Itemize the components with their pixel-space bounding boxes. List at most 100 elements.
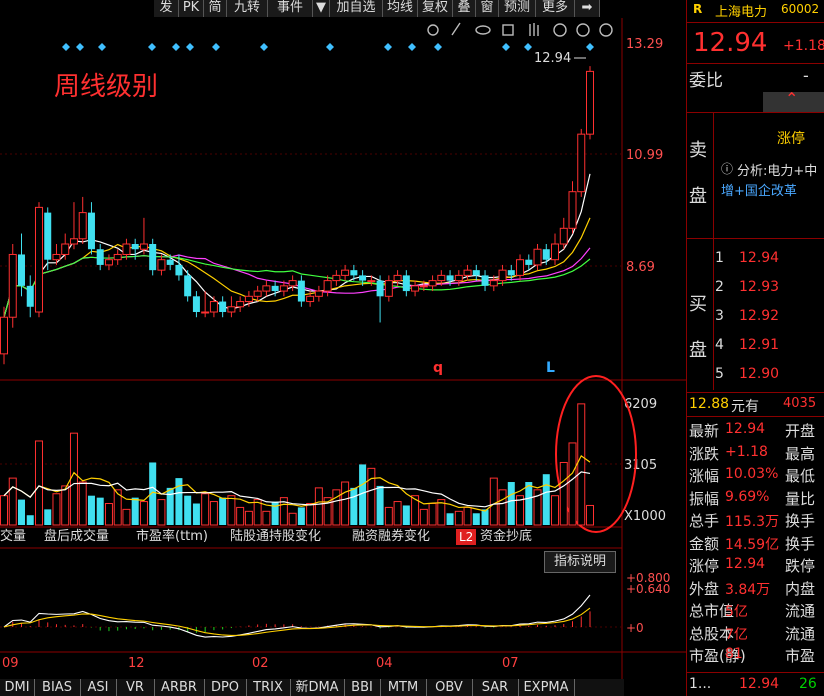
candle — [227, 296, 236, 318]
toolbar-item[interactable]: PK — [179, 0, 204, 17]
volume-bar — [332, 489, 341, 526]
bid-price[interactable]: 12.92 — [739, 308, 779, 324]
toolbar-item[interactable]: 九转 — [227, 0, 268, 17]
tab-northbound[interactable]: 陆股通持股变化 — [230, 527, 321, 547]
stat-right-label: 流通 — [785, 602, 816, 620]
toolbar-item[interactable]: 加自选 — [330, 0, 383, 17]
indicator-tab[interactable]: BIAS — [34, 679, 81, 696]
bid-level: 5 — [715, 366, 724, 382]
candle — [236, 296, 245, 312]
stock-name: 上海电力 — [715, 5, 768, 20]
bid-price[interactable]: 12.94 — [739, 250, 779, 266]
toolbar-item[interactable]: 复权 — [418, 0, 453, 17]
bid-level: 1 — [715, 250, 724, 266]
candle — [34, 202, 43, 318]
volume-bar — [472, 513, 480, 525]
volume-bar — [288, 512, 297, 526]
stat-value: 3.84万 — [725, 581, 771, 598]
indicator-tab[interactable]: DPO — [204, 679, 247, 696]
toolbar-item[interactable]: 事件 — [268, 0, 313, 17]
volume-bar — [61, 485, 70, 526]
tab-margin[interactable]: 融资融券变化 — [352, 527, 430, 547]
zoom-out-icon — [553, 23, 567, 37]
macd-line — [3, 607, 591, 636]
signal-diamond — [408, 43, 416, 51]
stat-right-label: 市盈 — [785, 647, 816, 665]
expand-sell-button[interactable]: ⌃ — [763, 89, 824, 112]
signal-diamond — [76, 43, 84, 51]
tab-fund-bottom[interactable]: 资金抄底 — [480, 527, 532, 547]
bid-price[interactable]: 12.93 — [739, 279, 779, 295]
candle — [87, 202, 95, 255]
volume-bar — [192, 503, 200, 525]
analysis-text[interactable]: 分析:电力+中 — [737, 160, 817, 179]
indicator-tab[interactable]: BBI — [344, 679, 381, 696]
signal-diamond — [586, 43, 594, 51]
stat-value: 12.94 — [725, 421, 766, 437]
current-price-tag: 12.94 — [534, 51, 571, 66]
volume-bar — [209, 501, 218, 526]
candle — [61, 233, 70, 260]
stat-right-label: 跌停 — [785, 557, 816, 575]
candle — [209, 296, 218, 318]
volume-bar — [271, 501, 279, 525]
l2-badge[interactable]: L2 — [456, 529, 477, 545]
candle — [69, 202, 78, 250]
indicator-tab[interactable]: ARBR — [154, 679, 205, 696]
chart-toolbar: 发 PK 简九转 事件 ▼ 加自选 均线 复权叠窗预测 更多 ➡ — [0, 0, 622, 18]
stat-value: 81 — [725, 646, 743, 662]
analysis-text-2[interactable]: 增+国企改革 — [721, 180, 797, 199]
candle — [52, 244, 61, 265]
chart-control-icons — [427, 22, 613, 37]
indicator-tab[interactable]: DMI — [0, 679, 35, 696]
toolbar-item[interactable]: ▼ — [313, 0, 330, 17]
info-icon: ⓘ — [721, 162, 734, 176]
toolbar-item[interactable]: 简 — [204, 0, 227, 17]
indicator-tab[interactable]: MTM — [380, 679, 427, 696]
candle — [96, 244, 104, 271]
toolbar-item[interactable]: 更多 — [536, 0, 575, 17]
month-label: 12 — [128, 656, 145, 671]
toolbar-item[interactable]: ➡ — [575, 0, 600, 17]
bid-price[interactable]: 12.90 — [739, 366, 779, 382]
indicator-tab[interactable]: OBV — [426, 679, 473, 696]
signal-diamond — [260, 43, 268, 51]
indicator-tab[interactable]: EXPMA — [518, 679, 575, 696]
indicator-tab[interactable]: VR — [116, 679, 155, 696]
candle — [149, 238, 157, 276]
toolbar-item[interactable]: 预测 — [499, 0, 536, 17]
volume-bar — [69, 432, 78, 526]
indicator-tab[interactable]: TRIX — [246, 679, 291, 696]
candles — [0, 66, 594, 365]
toolbar-item[interactable]: 均线 — [383, 0, 418, 17]
bid-price[interactable]: 12.91 — [739, 337, 779, 353]
indicator-description-button[interactable]: 指标说明 — [544, 551, 616, 573]
toolbar-item[interactable]: 窗 — [476, 0, 499, 17]
tab-volume[interactable]: 交量 — [0, 527, 26, 547]
stat-value: 7亿 — [725, 626, 748, 643]
toolbar-item[interactable]: 叠 — [453, 0, 476, 17]
candle — [157, 254, 166, 276]
tab-after-hours-volume[interactable]: 盘后成交量 — [44, 527, 109, 547]
tab-pe-ttm[interactable]: 市盈率(ttm) — [136, 527, 208, 547]
volume-bar — [428, 503, 437, 526]
indicator-tab[interactable]: ASI — [80, 679, 117, 696]
signal-diamond — [384, 43, 392, 51]
candle — [384, 275, 393, 302]
stat-label: 最新 — [689, 422, 720, 440]
indicator-tab[interactable]: 新DMA — [290, 679, 345, 696]
stat-label: 涨停 — [689, 557, 720, 575]
volume-bar — [367, 467, 376, 526]
volume-bar — [244, 510, 253, 526]
signal-diamond — [524, 43, 532, 51]
macd-label-3: +0 — [626, 621, 644, 635]
stat-right-label: 换手 — [785, 512, 816, 530]
signal-diamond — [212, 43, 220, 51]
kline-chart[interactable]: 13.29 10.99 8.69 12.94 6209 3105 X1000 +… — [0, 18, 686, 696]
bid-note-price: 12.88 — [689, 396, 730, 412]
candle — [516, 254, 525, 281]
stat-label: 外盘 — [689, 579, 720, 598]
indicator-tab[interactable]: SAR — [472, 679, 519, 696]
stat-right-label: 最低 — [785, 467, 816, 485]
toolbar-item[interactable]: 发 — [154, 0, 179, 17]
